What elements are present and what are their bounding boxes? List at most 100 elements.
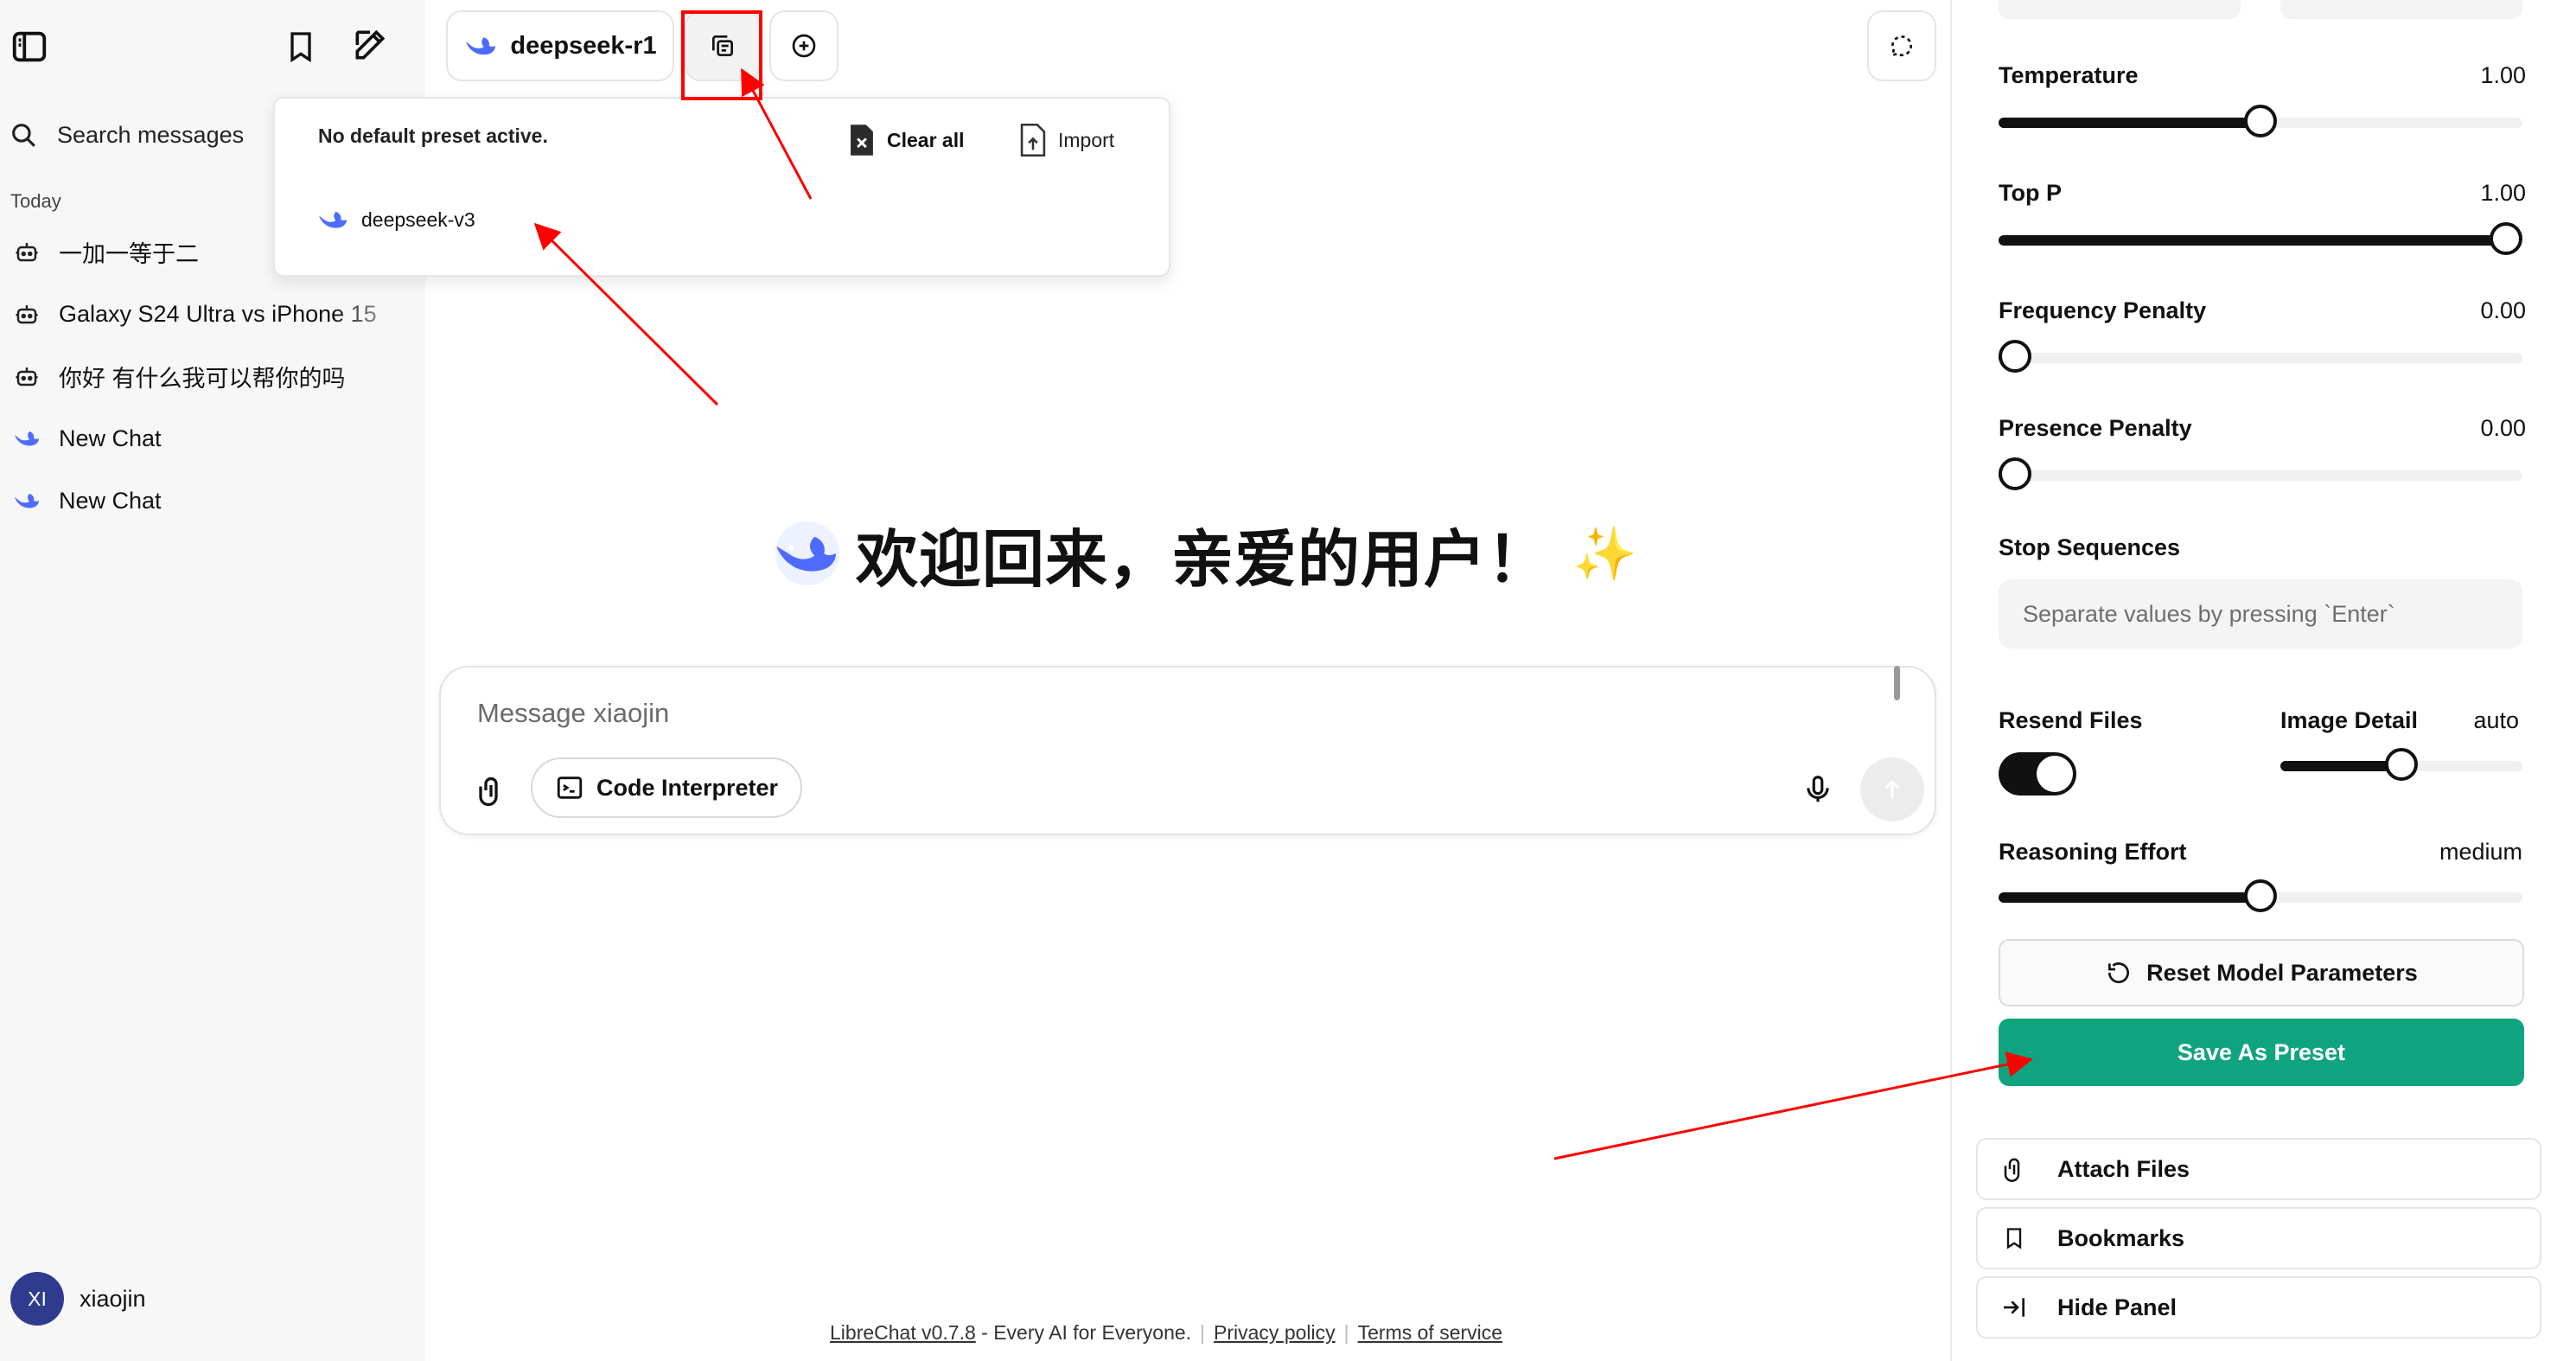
- resend-files-toggle[interactable]: [1999, 752, 2076, 796]
- stop-sequences-label: Stop Sequences: [1999, 534, 2181, 560]
- attach-button[interactable]: [462, 761, 520, 820]
- slider-thumb[interactable]: [2244, 879, 2277, 912]
- save-as-preset-label: Save As Preset: [2177, 1038, 2346, 1065]
- slider-fill: [2280, 761, 2401, 771]
- image-detail-value: auto: [2473, 707, 2519, 733]
- attach-files-link[interactable]: Attach Files: [1976, 1138, 2541, 1200]
- new-chat-button[interactable]: [346, 21, 394, 69]
- presets-icon: [712, 35, 733, 56]
- top-p-label: Top P: [1999, 180, 2062, 206]
- slider-fill: [1999, 118, 2260, 128]
- frequency-penalty-slider[interactable]: [1999, 340, 2522, 373]
- conversation-item[interactable]: Galaxy S24 Ultra vs iPhone 15: [9, 287, 415, 341]
- panel-top-control[interactable]: [2280, 0, 2522, 19]
- presets-button[interactable]: [685, 10, 761, 81]
- composer-scrollbar[interactable]: [1894, 666, 1900, 700]
- deepseek-whale-icon: [10, 422, 43, 455]
- toggle-knob: [2037, 756, 2073, 792]
- toggle-sidebar-button[interactable]: [5, 22, 54, 71]
- attach-files-label: Attach Files: [2057, 1155, 2190, 1182]
- code-interpreter-button[interactable]: Code Interpreter: [531, 757, 803, 818]
- message-composer: Code Interpreter: [439, 666, 1936, 835]
- hide-panel-label: Hide Panel: [2057, 1294, 2177, 1320]
- edit-icon: [355, 29, 386, 60]
- file-x-icon: [851, 125, 873, 156]
- bot-icon: [10, 235, 43, 268]
- save-as-preset-button[interactable]: Save As Preset: [1999, 1019, 2524, 1086]
- bookmarks-label: Bookmarks: [2057, 1224, 2185, 1251]
- conversation-item[interactable]: New Chat: [9, 474, 415, 527]
- code-interpreter-label: Code Interpreter: [596, 774, 779, 801]
- terms-link[interactable]: Terms of service: [1358, 1321, 1502, 1344]
- bot-icon: [10, 297, 43, 330]
- footer-tagline: - Every AI for Everyone.: [975, 1321, 1192, 1344]
- presence-penalty-slider[interactable]: [1999, 457, 2522, 490]
- microphone-icon: [1807, 776, 1829, 802]
- import-button[interactable]: Import: [1018, 116, 1114, 164]
- temperature-value: 1.00: [2480, 62, 2526, 88]
- presence-penalty-value: 0.00: [2480, 415, 2526, 441]
- parameters-panel: Temperature 1.00 Top P 1.00 Frequency Pe…: [1950, 0, 2576, 1361]
- conversation-title: Galaxy S24 Ultra vs iPhone 15: [59, 300, 377, 327]
- temperature-slider[interactable]: [1999, 105, 2522, 137]
- sparkle-icon: ✨: [1572, 524, 1637, 583]
- file-import-icon: [1020, 123, 1046, 157]
- slider-thumb[interactable]: [2385, 748, 2418, 781]
- terminal-icon: [557, 776, 583, 799]
- hide-panel-link[interactable]: Hide Panel: [1976, 1276, 2541, 1339]
- welcome-heading: 欢迎回来，亲爱的用户！ ✨: [769, 510, 1637, 597]
- paperclip-icon: [479, 776, 498, 807]
- reasoning-effort-slider[interactable]: [1999, 879, 2522, 912]
- model-selector[interactable]: deepseek-r1: [446, 10, 674, 81]
- model-name: deepseek-r1: [510, 31, 657, 60]
- slider-thumb[interactable]: [1999, 340, 2031, 373]
- welcome-text: 欢迎回来，亲爱的用户！: [856, 525, 1551, 595]
- message-input[interactable]: [475, 687, 1862, 740]
- reset-parameters-label: Reset Model Parameters: [2146, 959, 2418, 986]
- preset-label: deepseek-v3: [361, 208, 475, 231]
- send-button[interactable]: [1860, 757, 1924, 821]
- presets-dropdown: No default preset active. Clear all Impo…: [273, 97, 1170, 277]
- search-label: Search messages: [57, 121, 245, 148]
- clear-all-button[interactable]: Clear all: [847, 116, 965, 164]
- bookmark-icon: [1997, 1221, 2031, 1256]
- add-model-button[interactable]: [769, 10, 838, 81]
- reset-parameters-button[interactable]: Reset Model Parameters: [1999, 939, 2524, 1006]
- search-icon: [12, 124, 35, 147]
- conversation-item[interactable]: 你好 有什么我可以帮你的吗: [9, 349, 415, 403]
- conversation-title: 你好 有什么我可以帮你的吗: [59, 365, 346, 392]
- user-name: xiaojin: [80, 1285, 146, 1312]
- slider-thumb[interactable]: [1999, 457, 2031, 490]
- librechat-link[interactable]: LibreChat v0.7.8: [830, 1321, 976, 1344]
- bookmarks-button[interactable]: [277, 22, 325, 71]
- stop-sequences-input[interactable]: [1999, 579, 2522, 649]
- temporary-chat-icon: [1891, 35, 1912, 57]
- preset-item[interactable]: deepseek-v3: [316, 195, 475, 244]
- privacy-link[interactable]: Privacy policy: [1214, 1321, 1336, 1344]
- sidebar-toggle-icon: [12, 31, 47, 62]
- hide-panel-icon: [1997, 1290, 2031, 1325]
- bookmarks-link[interactable]: Bookmarks: [1976, 1207, 2541, 1269]
- voice-input-button[interactable]: [1789, 761, 1846, 818]
- slider-thumb[interactable]: [2490, 222, 2522, 255]
- slider-thumb[interactable]: [2244, 105, 2277, 137]
- deepseek-whale-icon: [466, 37, 496, 55]
- footer: LibreChat v0.7.8 - Every AI for Everyone…: [830, 1321, 1502, 1345]
- section-today: Today: [10, 190, 61, 212]
- avatar: XI: [10, 1272, 64, 1326]
- conversation-item[interactable]: New Chat: [9, 412, 415, 465]
- slider-fill: [1999, 892, 2260, 903]
- frequency-penalty-value: 0.00: [2480, 297, 2526, 323]
- bot-icon: [10, 360, 43, 393]
- top-p-slider[interactable]: [1999, 222, 2522, 255]
- frequency-penalty-label: Frequency Penalty: [1999, 297, 2207, 323]
- image-detail-label: Image Detail: [2280, 707, 2419, 733]
- paperclip-icon: [1997, 1152, 2031, 1186]
- temporary-chat-button[interactable]: [1867, 10, 1936, 81]
- resend-files-label: Resend Files: [1999, 707, 2143, 733]
- image-detail-slider[interactable]: [2280, 748, 2522, 781]
- deepseek-whale-icon: [775, 521, 840, 586]
- user-menu[interactable]: XI xiaojin: [10, 1271, 417, 1326]
- reset-icon: [2108, 962, 2130, 984]
- panel-top-control[interactable]: [1999, 0, 2241, 19]
